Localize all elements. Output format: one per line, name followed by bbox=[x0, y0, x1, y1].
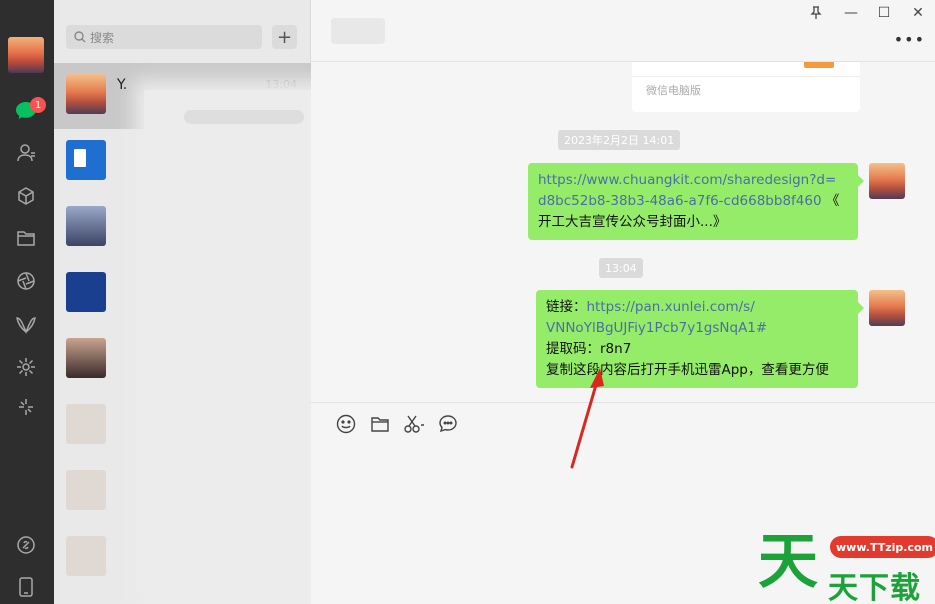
more-options-button[interactable]: ••• bbox=[894, 30, 925, 49]
chat-avatar bbox=[66, 404, 106, 444]
message-text: 《 bbox=[821, 193, 840, 209]
message-link[interactable]: VNNoYlBgUJFiy1Pcb7y1gsNqA1# bbox=[546, 320, 767, 336]
chat-list-panel: 搜索 + Y. 13:04 bbox=[54, 0, 368, 604]
close-button[interactable]: ✕ bbox=[907, 4, 929, 22]
search-sparkle-icon[interactable] bbox=[13, 394, 39, 420]
favorites-box-icon[interactable] bbox=[13, 183, 39, 209]
link-icon[interactable] bbox=[13, 532, 39, 558]
channels-icon[interactable] bbox=[13, 312, 39, 338]
message-link[interactable]: https://www.chuangkit.com/sharedesign?d= bbox=[538, 172, 836, 188]
chat-avatar bbox=[66, 536, 106, 576]
self-avatar[interactable] bbox=[869, 163, 905, 199]
pin-icon[interactable] bbox=[805, 4, 827, 22]
screenshot-scissors-icon[interactable] bbox=[403, 413, 425, 435]
watermark-url: www.TTzip.com bbox=[830, 536, 935, 558]
message-label: 链接： bbox=[546, 299, 587, 315]
chat-avatar bbox=[66, 206, 106, 246]
contacts-icon[interactable] bbox=[13, 140, 39, 166]
maximize-button[interactable]: ☐ bbox=[873, 4, 895, 22]
message-area: 微信电脑版 2023年2月2日 14:01 https://www.chuang… bbox=[311, 62, 935, 402]
miniprogram-icon[interactable] bbox=[13, 354, 39, 380]
chat-avatar bbox=[66, 470, 106, 510]
timestamp: 13:04 bbox=[599, 258, 643, 278]
message-link[interactable]: d8bc52b8-38b3-48a6-a7f6-cd668bb8f460 bbox=[538, 193, 822, 209]
phone-icon[interactable] bbox=[13, 574, 39, 600]
unread-badge: 1 bbox=[30, 97, 46, 113]
watermark-text: 天下载 bbox=[828, 571, 921, 604]
search-box[interactable]: 搜索 bbox=[66, 25, 262, 49]
chat-avatar bbox=[66, 74, 106, 114]
shared-card-message[interactable]: 微信电脑版 bbox=[632, 62, 860, 112]
chat-avatar bbox=[66, 272, 106, 312]
search-placeholder: 搜索 bbox=[90, 30, 115, 45]
message-link[interactable]: https://pan.xunlei.com/s/ bbox=[587, 299, 755, 315]
folder-icon[interactable] bbox=[13, 225, 39, 251]
minimize-button[interactable]: — bbox=[840, 4, 862, 22]
message-bubble[interactable]: https://www.chuangkit.com/sharedesign?d=… bbox=[528, 163, 864, 240]
chat-header: — ☐ ✕ ••• bbox=[311, 0, 935, 62]
chat-history-icon[interactable] bbox=[437, 413, 459, 435]
chat-avatar bbox=[66, 338, 106, 378]
extraction-code: 提取码：r8n7 bbox=[546, 341, 632, 357]
watermark-char: 天 bbox=[758, 527, 818, 597]
user-avatar[interactable] bbox=[8, 37, 44, 73]
add-button[interactable]: + bbox=[272, 25, 297, 49]
chat-title-blurred bbox=[331, 18, 385, 44]
left-nav-rail: 1 bbox=[0, 0, 54, 604]
file-folder-icon[interactable] bbox=[369, 413, 391, 435]
self-avatar[interactable] bbox=[869, 290, 905, 326]
message-text: 开工大吉宣传公众号封面小...》 bbox=[538, 214, 727, 230]
chat-window: — ☐ ✕ ••• 微信电脑版 2023年2月2日 14:01 https://… bbox=[311, 0, 935, 604]
moments-icon[interactable] bbox=[13, 268, 39, 294]
search-icon bbox=[74, 31, 86, 43]
chat-avatar bbox=[66, 140, 106, 180]
emoji-icon[interactable] bbox=[335, 413, 357, 435]
timestamp: 2023年2月2日 14:01 bbox=[558, 130, 681, 150]
red-arrow-annotation bbox=[570, 368, 604, 469]
card-source: 微信电脑版 bbox=[646, 84, 701, 97]
chat-name: Y. bbox=[117, 77, 128, 93]
site-watermark: 天 www.TTzip.com 天下载 bbox=[758, 527, 935, 604]
